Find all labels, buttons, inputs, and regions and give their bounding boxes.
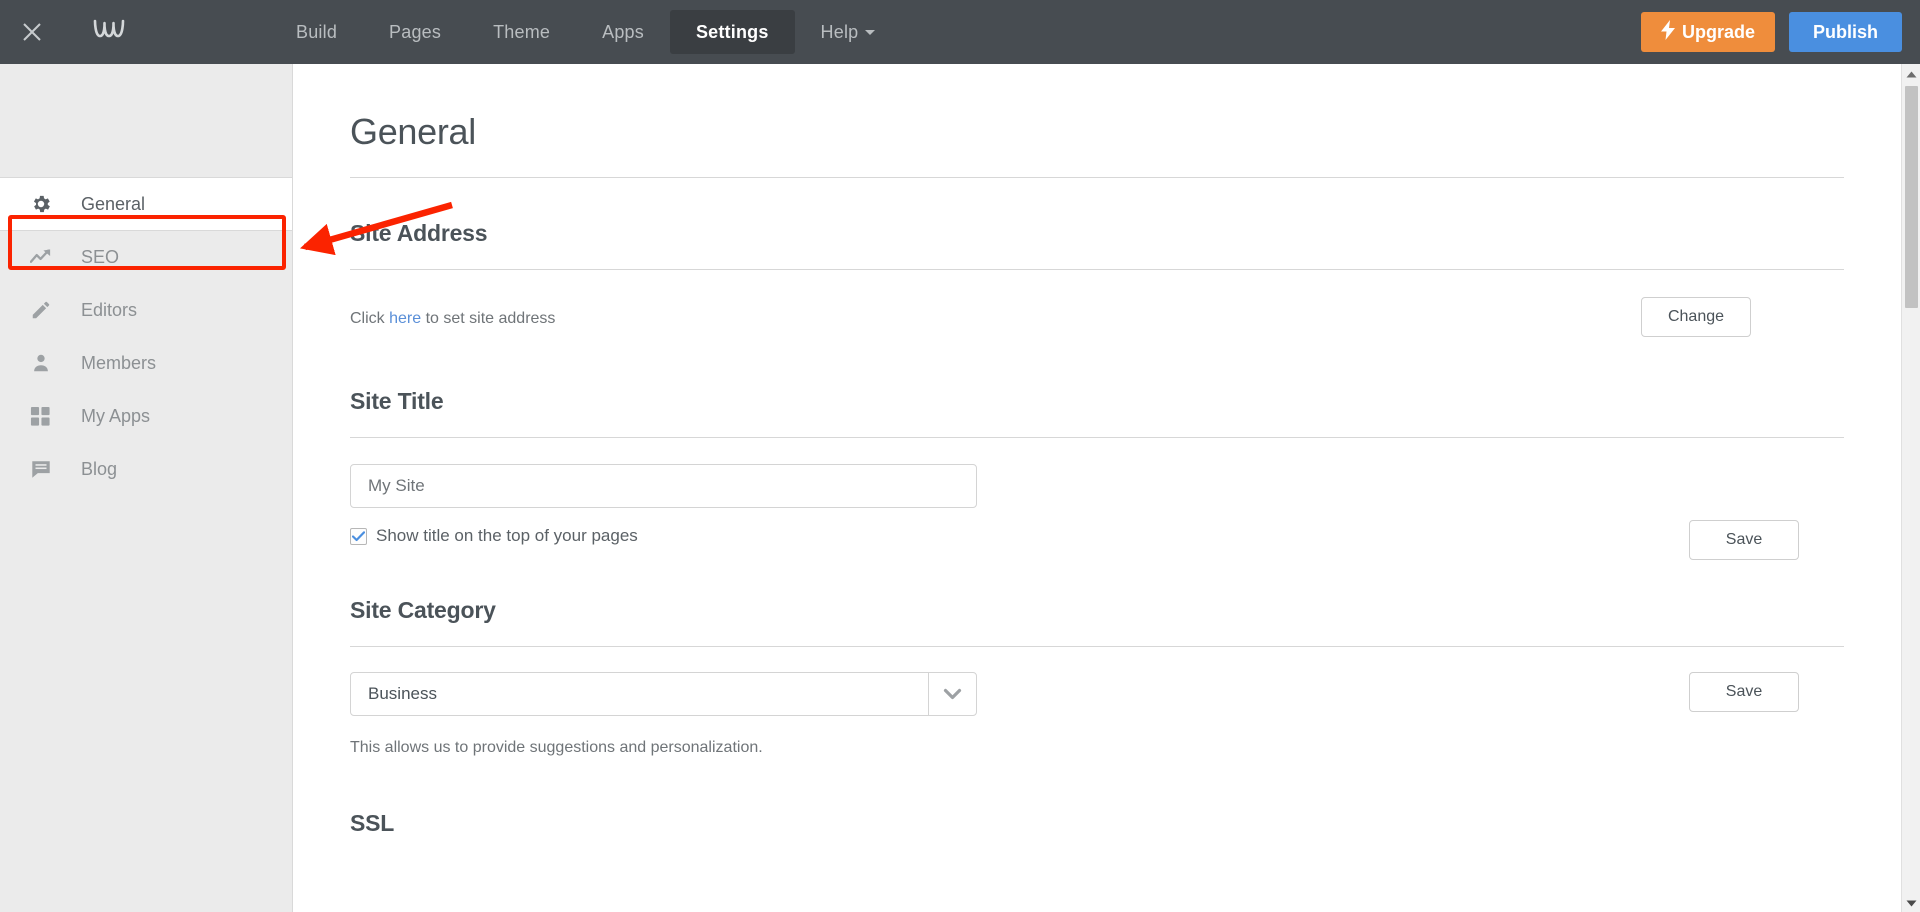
show-title-checkbox-row[interactable]: Show title on the top of your pages (350, 526, 638, 546)
gear-icon (30, 193, 62, 215)
top-navigation-bar: Build Pages Theme Apps Settings Help Upg… (0, 0, 1920, 64)
close-icon (21, 21, 43, 43)
scroll-up-button[interactable] (1902, 64, 1920, 83)
site-address-help: Click here to set site address (350, 310, 555, 328)
nav-item-theme[interactable]: Theme (467, 10, 576, 54)
chevron-down-icon (865, 29, 876, 35)
site-address-text-before: Click (350, 310, 390, 327)
sidebar-item-seo[interactable]: SEO (0, 231, 292, 284)
sidebar-item-label: My Apps (81, 405, 151, 426)
lightning-bolt-icon (1660, 19, 1676, 45)
site-category-note: This allows us to provide suggestions an… (350, 739, 763, 756)
pencil-icon (30, 299, 62, 321)
nav-item-apps[interactable]: Apps (576, 10, 670, 54)
grid-icon (30, 406, 62, 427)
site-title-input[interactable] (350, 464, 977, 508)
sidebar-item-members[interactable]: Members (0, 337, 292, 390)
section-heading-site-category: Site Category (350, 597, 496, 623)
chevron-down-icon[interactable] (928, 673, 976, 715)
settings-main-panel: General Site Address Click here to set s… (294, 64, 1901, 912)
site-category-row: Business This allows us to provide sugge… (350, 672, 1844, 782)
main-nav-list: Build Pages Theme Apps Settings Help (270, 0, 901, 64)
show-title-checkbox[interactable] (350, 527, 367, 545)
scroll-down-button[interactable] (1902, 893, 1920, 912)
site-title-divider (350, 437, 1844, 438)
section-heading-site-title: Site Title (350, 388, 444, 414)
site-address-row: Click here to set site address Change (350, 297, 1844, 347)
caret-up-icon (1906, 65, 1917, 83)
settings-sidebar: General SEO Editors Members My Apps Blog (0, 64, 293, 912)
site-address-divider (350, 269, 1844, 270)
site-address-here-link[interactable]: here (389, 310, 421, 327)
trend-up-icon (30, 247, 62, 267)
upgrade-button[interactable]: Upgrade (1640, 12, 1775, 52)
topbar-actions: Upgrade Publish (1640, 0, 1902, 64)
nav-label: Apps (602, 21, 644, 42)
close-button[interactable] (0, 0, 64, 64)
section-heading-site-address: Site Address (350, 220, 488, 246)
nav-label: Pages (389, 21, 442, 42)
sidebar-item-label: Blog (81, 458, 118, 479)
sidebar-item-label: Members (81, 352, 157, 373)
nav-item-pages[interactable]: Pages (363, 10, 467, 54)
page-scrollbar[interactable] (1901, 64, 1920, 912)
show-title-checkbox-label: Show title on the top of your pages (376, 526, 638, 545)
nav-label: Theme (493, 21, 551, 42)
section-heading-ssl: SSL (350, 810, 395, 836)
title-divider (350, 177, 1844, 178)
nav-item-settings[interactable]: Settings (669, 10, 795, 54)
sidebar-item-general[interactable]: General (0, 178, 292, 231)
site-category-divider (350, 646, 1844, 647)
nav-label: Settings (695, 21, 769, 42)
sidebar-top-spacer (0, 64, 292, 178)
person-icon (30, 352, 62, 374)
sidebar-item-label: SEO (81, 246, 120, 267)
nav-item-help[interactable]: Help (795, 10, 902, 54)
weebly-logo-button[interactable] (74, 0, 144, 64)
save-site-title-button[interactable]: Save (1689, 520, 1799, 560)
sidebar-item-editors[interactable]: Editors (0, 284, 292, 337)
sidebar-item-my-apps[interactable]: My Apps (0, 390, 292, 443)
scrollbar-thumb[interactable] (1905, 86, 1918, 308)
site-category-select[interactable]: Business (350, 672, 977, 716)
weebly-w-logo-icon (92, 17, 126, 48)
save-site-category-button[interactable]: Save (1689, 672, 1799, 712)
publish-button[interactable]: Publish (1788, 12, 1902, 52)
sidebar-item-label: General (81, 193, 146, 214)
sidebar-item-label: Editors (81, 299, 138, 320)
chat-icon (30, 458, 62, 480)
nav-label: Build (296, 21, 338, 42)
site-title-row: Show title on the top of your pages Save (350, 464, 1844, 569)
nav-label: Help (820, 21, 859, 42)
nav-item-build[interactable]: Build (270, 10, 363, 54)
upgrade-label: Upgrade (1681, 21, 1755, 42)
sidebar-item-blog[interactable]: Blog (0, 443, 292, 496)
change-site-address-button[interactable]: Change (1641, 297, 1751, 337)
caret-down-icon (1906, 894, 1917, 912)
site-category-selected-value: Business (368, 684, 437, 703)
site-address-text-after: to set site address (421, 310, 556, 327)
page-title: General (350, 111, 476, 152)
